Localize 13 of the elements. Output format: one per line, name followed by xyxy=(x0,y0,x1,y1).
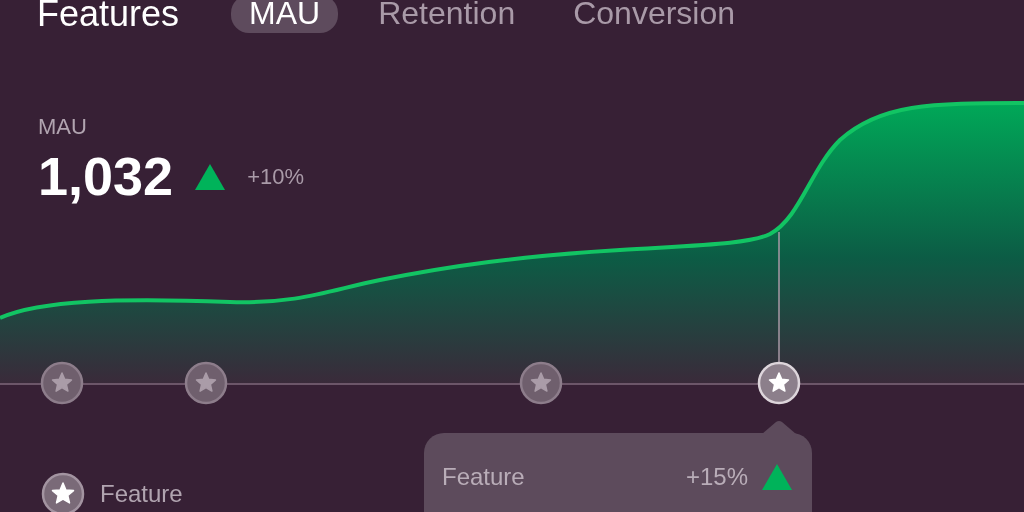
metric-label: MAU xyxy=(38,113,88,141)
star-icon xyxy=(40,471,86,512)
metric-value: 1,032 xyxy=(38,147,174,207)
page-title: Features xyxy=(37,0,180,32)
legend-label: Feature xyxy=(100,479,183,509)
tab[interactable]: Retention xyxy=(360,0,534,33)
up-triangle-icon xyxy=(762,464,792,490)
tab[interactable]: MAU xyxy=(231,0,339,33)
tooltip-label: Feature xyxy=(442,462,525,492)
metric-change: +10% xyxy=(247,163,305,192)
up-triangle-icon xyxy=(195,163,226,190)
tab[interactable]: Conversion xyxy=(555,0,754,33)
tooltip-change: +15% xyxy=(685,462,748,492)
